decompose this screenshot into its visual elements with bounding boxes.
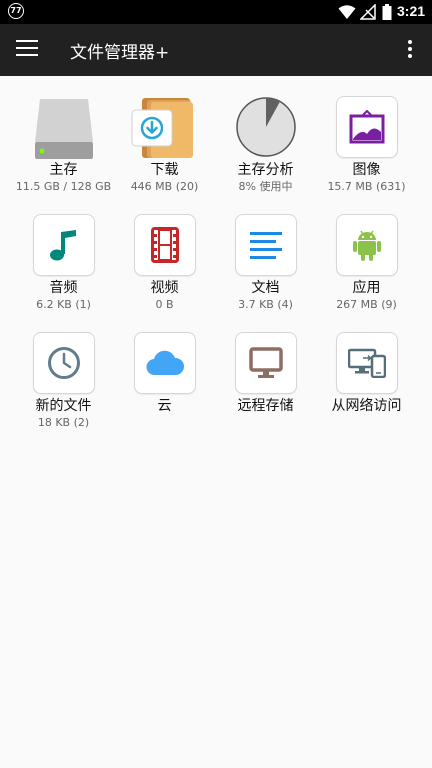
tile-images[interactable]: 图像 15.7 MB (631) [316,96,417,193]
hard-drive-icon [33,96,95,159]
tile-apps[interactable]: 应用 267 MB (9) [316,214,417,311]
tile-label: 云 [157,398,172,414]
tile-label: 主存 [49,162,78,178]
tile-sublabel: 11.5 GB / 128 GB [15,180,112,193]
tile-sublabel: 267 MB (9) [336,298,397,311]
tile-recent-files[interactable]: 新的文件 18 KB (2) [13,332,114,429]
image-icon [335,96,398,158]
battery-icon [382,4,392,20]
tile-sublabel: 0 B [155,298,174,311]
tile-label: 下载 [150,162,179,178]
tile-sublabel: 8% 使用中 [238,180,293,193]
tile-sublabel: 6.2 KB (1) [36,298,91,311]
tile-label: 新的文件 [35,398,92,414]
tile-video[interactable]: 视频 0 B [114,214,215,311]
tile-label: 文档 [251,280,280,296]
tile-sublabel: 18 KB (2) [37,416,90,429]
tile-label: 图像 [352,162,381,178]
android-icon [335,214,398,276]
tile-storage-analysis[interactable]: 主存分析 8% 使用中 [215,96,316,193]
clock-icon [32,332,95,394]
tile-label: 远程存储 [237,398,294,414]
tile-label: 音频 [49,280,78,296]
document-lines-icon [234,214,297,276]
wifi-icon [338,5,356,19]
signal-icon [360,4,376,20]
tile-network-access[interactable]: 从网络访问 [316,332,417,415]
film-strip-icon [133,214,196,276]
tile-label: 应用 [352,280,381,296]
tile-sublabel: 3.7 KB (4) [238,298,293,311]
devices-icon [335,332,398,394]
tile-sublabel: 15.7 MB (631) [327,180,406,193]
menu-icon[interactable] [16,40,38,60]
tile-main-storage[interactable]: 主存 11.5 GB / 128 GB [13,96,114,193]
tile-cloud[interactable]: 云 [114,332,215,415]
app-bar: 文件管理器+ [0,24,432,76]
music-note-icon [32,214,95,276]
tile-label: 视频 [150,280,179,296]
tile-sublabel: 446 MB (20) [130,180,199,193]
more-options-icon[interactable] [406,40,414,60]
status-time: 3:21 [397,3,426,19]
tile-remote-storage[interactable]: 远程存储 [215,332,316,415]
monitor-icon [234,332,297,394]
app-title: 文件管理器+ [70,43,170,63]
pie-chart-icon [235,96,297,158]
cloud-icon [133,332,196,394]
status-bar: 77 3:21 [0,0,432,24]
tile-documents[interactable]: 文档 3.7 KB (4) [215,214,316,311]
notification-badge: 77 [8,3,24,19]
tile-label: 主存分析 [237,162,294,178]
tile-downloads[interactable]: 下载 446 MB (20) [114,96,215,193]
download-folder-icon [131,96,196,158]
tile-label: 从网络访问 [331,398,402,414]
tile-audio[interactable]: 音频 6.2 KB (1) [13,214,114,311]
